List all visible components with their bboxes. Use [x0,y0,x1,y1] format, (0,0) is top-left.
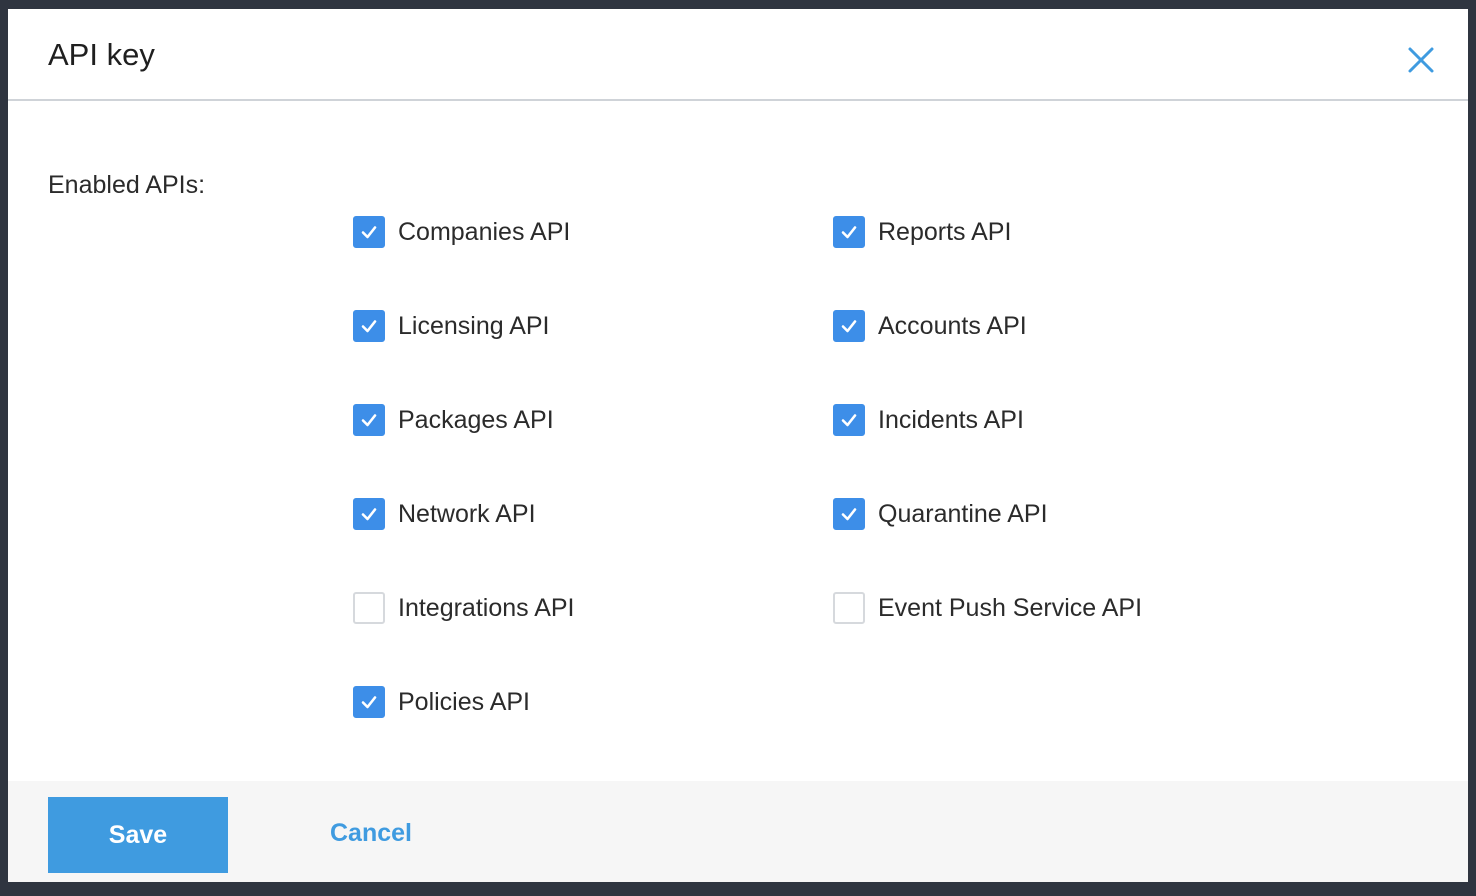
checkbox-companies-api[interactable]: Companies API [353,215,833,249]
checkbox[interactable] [353,592,385,624]
checkmark-icon [361,696,377,709]
checkbox[interactable] [833,216,865,248]
checkbox[interactable] [353,404,385,436]
checkmark-icon [361,226,377,239]
checkbox-label: Companies API [398,217,571,246]
checkbox-label: Event Push Service API [878,593,1143,622]
checkbox-label: Reports API [878,217,1012,246]
close-icon[interactable] [1406,45,1436,75]
checkmark-icon [841,508,857,521]
checkmark-icon [361,414,377,427]
checkbox-label: Integrations API [398,593,575,622]
api-checkbox-list: Companies API Reports API Licensing API … [353,215,1313,779]
checkmark-icon [361,508,377,521]
checkbox-label: Policies API [398,687,531,716]
checkbox-label: Incidents API [878,405,1024,434]
checkbox-packages-api[interactable]: Packages API [353,403,833,437]
checkbox-policies-api[interactable]: Policies API [353,685,833,719]
checkbox-label: Packages API [398,405,554,434]
checkmark-icon [841,320,857,333]
checkbox-quarantine-api[interactable]: Quarantine API [833,497,1313,531]
checkbox-reports-api[interactable]: Reports API [833,215,1313,249]
cancel-button[interactable]: Cancel [330,819,412,848]
checkbox[interactable] [833,404,865,436]
checkbox-label: Quarantine API [878,499,1048,528]
checkbox-integrations-api[interactable]: Integrations API [353,591,833,625]
checkbox-event-push-service-api[interactable]: Event Push Service API [833,591,1313,625]
checkbox-accounts-api[interactable]: Accounts API [833,309,1313,343]
checkbox[interactable] [833,310,865,342]
checkbox-licensing-api[interactable]: Licensing API [353,309,833,343]
checkbox-incidents-api[interactable]: Incidents API [833,403,1313,437]
dialog-header: API key [8,9,1468,101]
checkbox-label: Licensing API [398,311,550,340]
checkbox[interactable] [833,592,865,624]
checkbox[interactable] [353,686,385,718]
dialog-footer: Save Cancel [8,781,1468,882]
dialog-title: API key [48,37,155,72]
enabled-apis-label: Enabled APIs: [48,171,206,199]
checkbox-label: Accounts API [878,311,1027,340]
checkmark-icon [841,226,857,239]
checkbox-label: Network API [398,499,536,528]
checkmark-icon [361,320,377,333]
checkbox[interactable] [833,498,865,530]
checkbox[interactable] [353,498,385,530]
checkbox[interactable] [353,310,385,342]
checkbox-network-api[interactable]: Network API [353,497,833,531]
api-key-dialog: API key Enabled APIs: Companies API Repo… [8,9,1468,882]
checkmark-icon [841,414,857,427]
checkbox[interactable] [353,216,385,248]
save-button[interactable]: Save [48,797,228,873]
